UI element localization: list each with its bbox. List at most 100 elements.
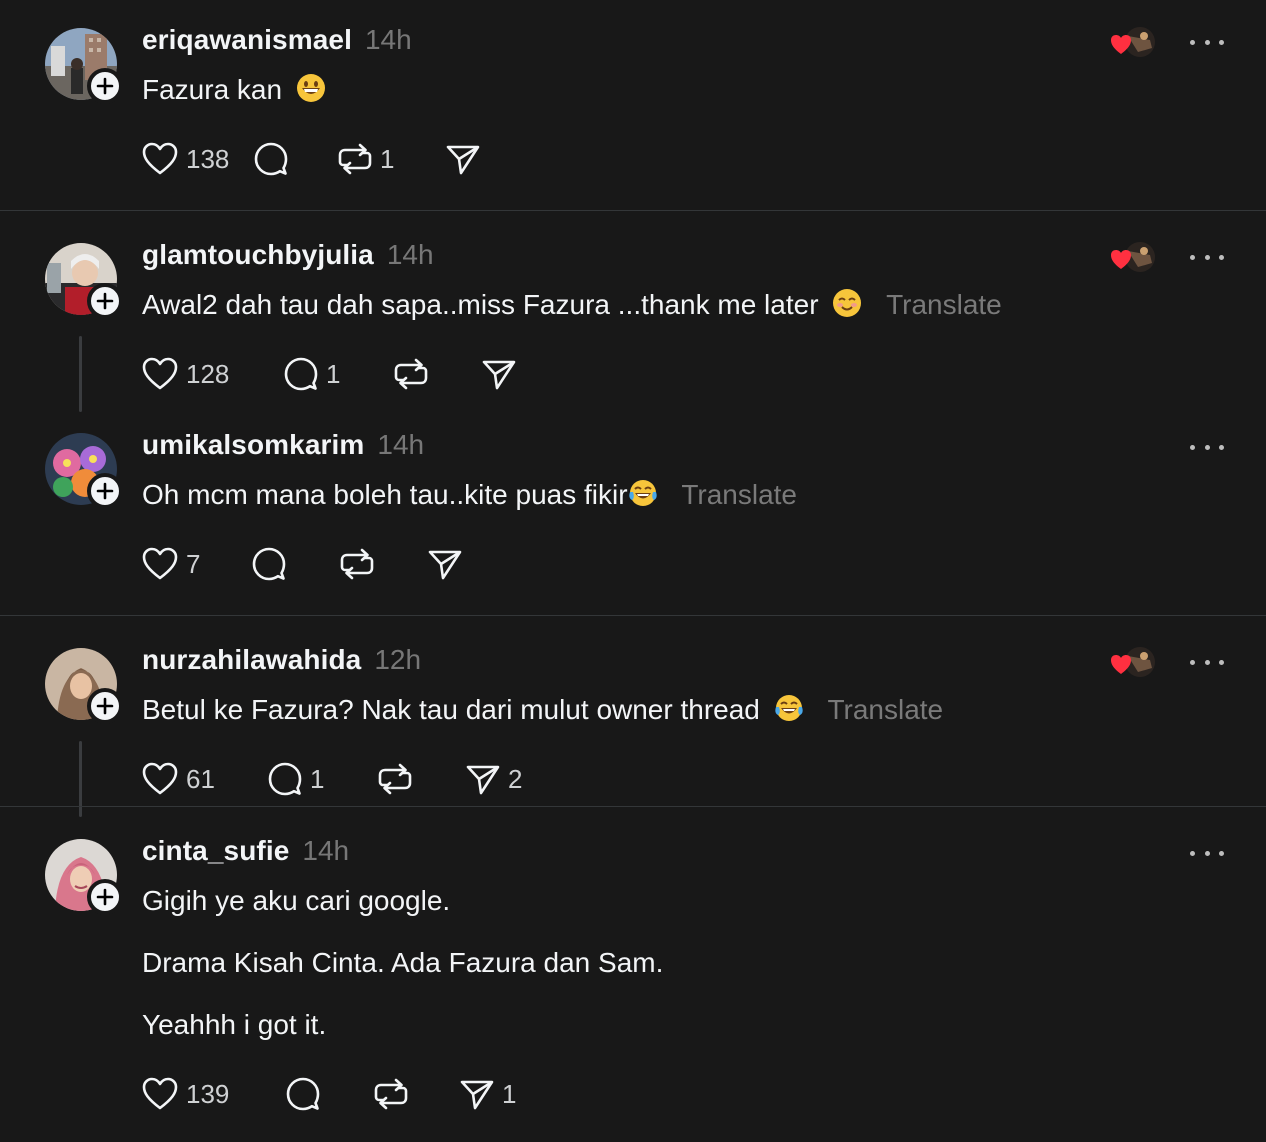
- repost-icon: [374, 1078, 408, 1110]
- comment-icon: [286, 1077, 320, 1111]
- reply-button[interactable]: [286, 1074, 374, 1114]
- plus-icon: [96, 77, 114, 95]
- like-button[interactable]: 7: [142, 544, 252, 584]
- heart-icon: [142, 142, 178, 175]
- reply-count: 1: [326, 358, 341, 389]
- repost-icon: [394, 358, 428, 390]
- like-button[interactable]: 128: [142, 354, 284, 394]
- like-button[interactable]: 61: [142, 759, 268, 799]
- share-button[interactable]: [482, 354, 516, 394]
- post-text: Oh mcm mana boleh tau..kite puas fikir T…: [142, 477, 797, 517]
- post-text: Betul ke Fazura? Nak tau dari mulut owne…: [142, 692, 943, 732]
- grinning-face-icon: [296, 73, 326, 112]
- translate-link[interactable]: Translate: [886, 289, 1002, 320]
- username[interactable]: nurzahilawahida: [142, 644, 361, 676]
- action-bar: 61 1 2: [142, 759, 522, 799]
- action-bar: 128 1: [142, 354, 516, 394]
- heart-icon: [1111, 35, 1131, 54]
- translate-link[interactable]: Translate: [681, 479, 797, 510]
- like-count: 139: [186, 1078, 230, 1109]
- repost-button[interactable]: [378, 759, 466, 799]
- share-count: 1: [502, 1078, 517, 1109]
- username[interactable]: cinta_sufie: [142, 835, 289, 867]
- reply-button[interactable]: [252, 544, 340, 584]
- username[interactable]: glamtouchbyjulia: [142, 239, 374, 271]
- timestamp[interactable]: 14h: [302, 835, 349, 867]
- plus-icon: [96, 888, 114, 906]
- share-button[interactable]: 1: [460, 1074, 516, 1114]
- liked-by-author-indicator: [1110, 241, 1158, 273]
- follow-button[interactable]: [87, 283, 123, 319]
- repost-icon: [338, 143, 372, 175]
- comment-icon: [252, 547, 286, 581]
- follow-button[interactable]: [87, 879, 123, 915]
- repost-icon: [340, 548, 374, 580]
- username[interactable]: umikalsomkarim: [142, 429, 364, 461]
- like-button[interactable]: 139: [142, 1074, 286, 1114]
- divider: [0, 210, 1266, 211]
- repost-button[interactable]: [340, 544, 428, 584]
- timestamp[interactable]: 14h: [377, 429, 424, 461]
- translate-link[interactable]: Translate: [827, 694, 943, 725]
- like-button[interactable]: 138: [142, 139, 254, 179]
- timestamp[interactable]: 14h: [387, 239, 434, 271]
- heart-icon: [1111, 655, 1131, 674]
- reply-button[interactable]: 1: [284, 354, 394, 394]
- thread-connector-line: [79, 336, 82, 412]
- like-count: 128: [186, 358, 230, 389]
- comment-icon: [268, 762, 302, 796]
- plus-icon: [96, 697, 114, 715]
- like-count: 61: [186, 763, 215, 794]
- repost-button[interactable]: [374, 1074, 460, 1114]
- post-text: Fazura kan: [142, 72, 326, 112]
- like-count: 7: [186, 548, 201, 579]
- more-options-button[interactable]: [1190, 845, 1224, 861]
- username[interactable]: eriqawanismael: [142, 24, 352, 56]
- send-icon: [466, 765, 500, 795]
- follow-button[interactable]: [87, 473, 123, 509]
- heart-icon: [142, 762, 178, 795]
- timestamp[interactable]: 14h: [365, 24, 412, 56]
- send-icon: [428, 550, 462, 580]
- send-icon: [482, 360, 516, 390]
- post-text-line: Yeahhh i got it.: [142, 1009, 327, 1040]
- action-bar: 138 1: [142, 139, 480, 179]
- timestamp[interactable]: 12h: [374, 644, 421, 676]
- more-options-button[interactable]: [1190, 439, 1224, 455]
- tears-of-joy-icon: [774, 693, 804, 732]
- reply-count: 1: [310, 763, 325, 794]
- post-text-line: Gigih ye aku cari google.: [142, 885, 451, 916]
- more-options-button[interactable]: [1190, 654, 1224, 670]
- comment-icon: [284, 357, 318, 391]
- action-bar: 7: [142, 544, 462, 584]
- follow-button[interactable]: [87, 68, 123, 104]
- liked-by-author-indicator: [1110, 646, 1158, 678]
- repost-button[interactable]: 1: [338, 139, 446, 179]
- heart-icon: [142, 357, 178, 390]
- divider: [0, 615, 1266, 616]
- share-button[interactable]: [428, 544, 462, 584]
- liked-by-author-indicator: [1110, 26, 1158, 58]
- post-text-content: Betul ke Fazura? Nak tau dari mulut owne…: [142, 694, 760, 725]
- more-options-button[interactable]: [1190, 34, 1224, 50]
- comment-icon: [254, 142, 288, 176]
- heart-icon: [142, 547, 178, 580]
- more-options-button[interactable]: [1190, 249, 1224, 265]
- heart-icon: [142, 1077, 178, 1110]
- post-text-line: Drama Kisah Cinta. Ada Fazura dan Sam.: [142, 947, 664, 978]
- send-icon: [460, 1080, 494, 1110]
- repost-button[interactable]: [394, 354, 482, 394]
- post-text-content: Awal2 dah tau dah sapa..miss Fazura ...t…: [142, 289, 819, 320]
- smiling-face-icon: [832, 288, 862, 327]
- plus-icon: [96, 482, 114, 500]
- reply-button[interactable]: 1: [268, 759, 378, 799]
- heart-icon: [1111, 250, 1131, 269]
- like-count: 138: [186, 143, 230, 174]
- follow-button[interactable]: [87, 688, 123, 724]
- post-text-content: Oh mcm mana boleh tau..kite puas fikir: [142, 479, 628, 510]
- action-bar: 139 1: [142, 1074, 516, 1114]
- share-button[interactable]: [446, 139, 480, 179]
- repost-icon: [378, 763, 412, 795]
- share-button[interactable]: 2: [466, 759, 522, 799]
- reply-button[interactable]: [254, 139, 338, 179]
